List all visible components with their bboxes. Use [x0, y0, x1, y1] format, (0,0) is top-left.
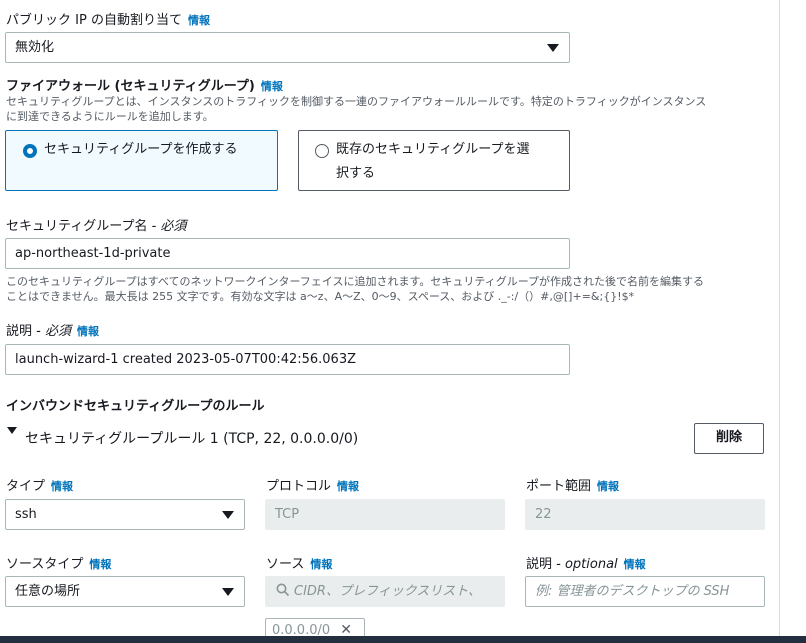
bottom-bar [0, 636, 806, 643]
radio-unselected-icon [315, 144, 329, 158]
source-type-label: ソースタイプ 情報 [6, 557, 112, 572]
caret-down-icon [222, 511, 234, 519]
source-label: ソース 情報 [266, 557, 333, 572]
public-ip-select[interactable]: 無効化 [5, 32, 570, 63]
type-label: タイプ 情報 [6, 479, 74, 494]
existing-security-group-label: 既存のセキュリティグループを選 択する [336, 142, 530, 181]
radio-existing-security-group[interactable]: 既存のセキュリティグループを選 択する [298, 130, 570, 191]
radio-create-security-group[interactable]: セキュリティグループを作成する [5, 130, 278, 191]
source-placeholder: CIDR、プレフィックスリスト、 [294, 584, 482, 599]
public-ip-value: 無効化 [15, 40, 55, 55]
scroll-divider [779, 0, 780, 643]
source-type-info-link[interactable]: 情報 [89, 558, 111, 571]
sg-desc-input[interactable]: launch-wizard-1 created 2023-05-07T00:42… [5, 344, 570, 375]
create-security-group-label: セキュリティグループを作成する [44, 142, 238, 157]
triangle-down-icon [7, 427, 17, 434]
search-icon [276, 583, 290, 597]
port-range-info-link[interactable]: 情報 [597, 480, 619, 493]
public-ip-info-link[interactable]: 情報 [188, 14, 210, 27]
firewall-info-link[interactable]: 情報 [261, 80, 283, 93]
caret-down-icon [547, 44, 559, 52]
protocol-info-link[interactable]: 情報 [337, 480, 359, 493]
type-info-link[interactable]: 情報 [51, 480, 73, 493]
sg-name-input[interactable]: ap-northeast-1d-private [5, 238, 570, 269]
caret-down-icon [222, 588, 234, 596]
radio-selected-icon [23, 144, 37, 158]
rule-desc-label: 説明 - optional 情報 [526, 557, 646, 572]
port-range-label: ポート範囲 情報 [526, 479, 620, 494]
sg-desc-label: 説明 - 必須 情報 [6, 324, 99, 339]
source-type-value: 任意の場所 [15, 584, 81, 599]
firewall-title: ファイアウォール (セキュリティグループ) 情報 [6, 79, 283, 94]
port-range-field: 22 [525, 499, 765, 530]
source-search-input[interactable]: CIDR、プレフィックスリスト、 [265, 576, 505, 607]
sg-name-hint: このセキュリティグループはすべてのネットワークインターフェイスに追加されます。セ… [6, 275, 705, 303]
rule-desc-input[interactable]: 例: 管理者のデスクトップの SSH [525, 576, 765, 607]
rule-1-title: セキュリティグループルール 1 (TCP, 22, 0.0.0.0/0) [25, 431, 359, 447]
delete-rule-button[interactable]: 削除 [694, 423, 764, 454]
protocol-label: プロトコル 情報 [266, 479, 360, 494]
source-type-select[interactable]: 任意の場所 [5, 576, 245, 607]
firewall-description: セキュリティグループとは、インスタンスのトラフィックを制御する一連のファイアウォ… [6, 95, 707, 123]
rule-desc-info-link[interactable]: 情報 [624, 558, 646, 571]
type-value: ssh [15, 507, 37, 522]
protocol-field: TCP [265, 499, 505, 530]
source-info-link[interactable]: 情報 [310, 558, 332, 571]
public-ip-label: パブリック IP の自動割り当て 情報 [6, 13, 210, 28]
sg-name-label: セキュリティグループ名 - 必須 [6, 219, 187, 234]
type-select[interactable]: ssh [5, 499, 245, 530]
sg-desc-info-link[interactable]: 情報 [77, 325, 99, 338]
inbound-rules-title: インバウンドセキュリティグループのルール [6, 399, 265, 414]
